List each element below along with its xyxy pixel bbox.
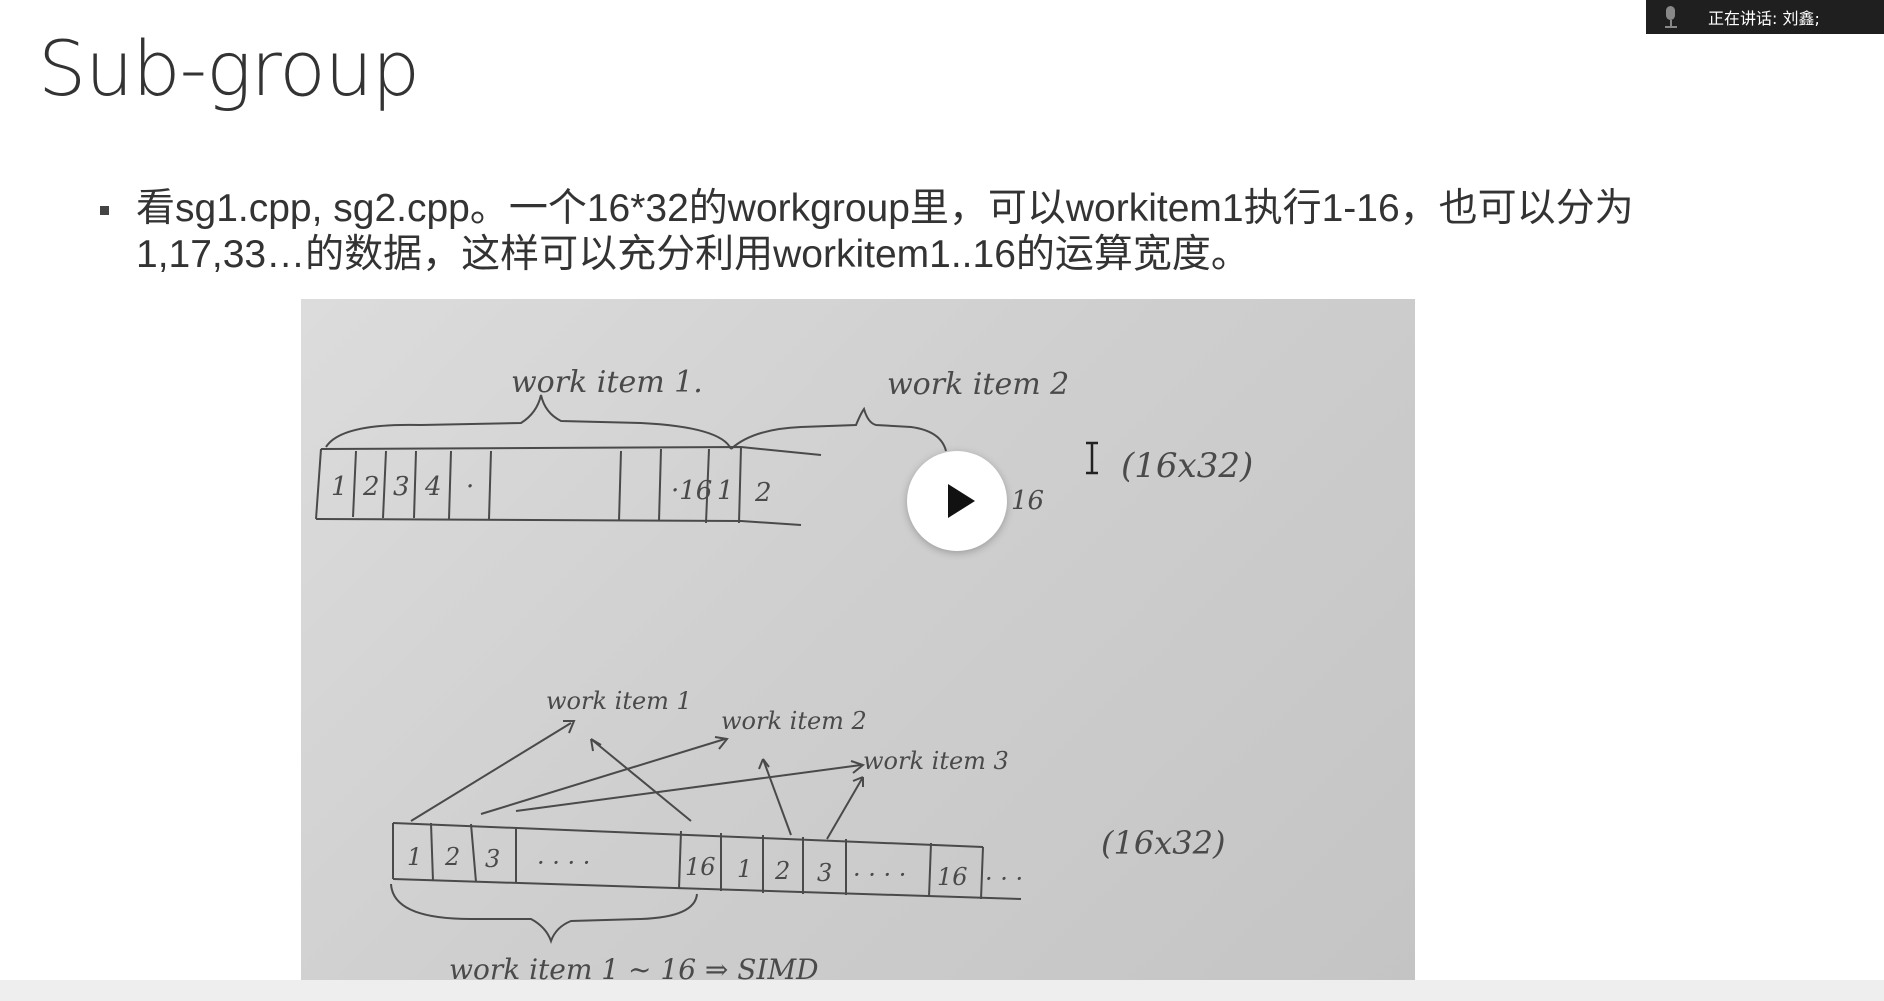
top-cell-end: 16 xyxy=(1011,486,1044,516)
label-work-item-1: work item 1. xyxy=(511,365,703,400)
top-cell: 1 xyxy=(331,472,348,502)
text-cursor-icon xyxy=(1086,441,1098,475)
bottom-cell: 3 xyxy=(485,845,500,873)
label-bottom-work-item-2: work item 2 xyxy=(721,707,867,735)
bottom-cell: · · · xyxy=(985,865,1023,893)
bottom-cell: 16 xyxy=(685,853,716,881)
play-button[interactable] xyxy=(907,451,1007,551)
speaking-indicator: 正在讲话: 刘鑫; xyxy=(1646,0,1884,34)
top-cell: 1 xyxy=(717,476,734,506)
top-cell: ·16 xyxy=(671,476,712,506)
slide-title: Sub-group xyxy=(38,24,420,113)
speaking-label: 正在讲话: 刘鑫; xyxy=(1708,9,1820,28)
top-cell: 2 xyxy=(362,472,380,502)
slide: Sub-group 看sg1.cpp, sg2.cpp。一个16*32的work… xyxy=(0,0,1884,1001)
whiteboard-photo[interactable]: work item 1. work item 2 (16x32) 1 2 3 4… xyxy=(301,299,1415,1001)
sketch-drawing: work item 1. work item 2 (16x32) 1 2 3 4… xyxy=(315,365,1253,986)
bullet-marker xyxy=(100,206,109,215)
bottom-cell: · · · · xyxy=(537,849,590,877)
bottom-cell: 2 xyxy=(444,843,460,871)
top-cell: 2 xyxy=(754,478,772,508)
bottom-cell: 3 xyxy=(817,859,832,887)
play-icon xyxy=(948,484,975,518)
bottom-cell: 2 xyxy=(774,857,790,885)
label-work-item-2: work item 2 xyxy=(887,367,1069,402)
bottom-cell: 1 xyxy=(737,855,752,883)
bottom-cell: 16 xyxy=(937,863,968,891)
bullet-text: 看sg1.cpp, sg2.cpp。一个16*32的workgroup里，可以w… xyxy=(136,187,1634,276)
bottom-cell: 1 xyxy=(407,843,422,871)
bottom-dimension-label: (16x32) xyxy=(1101,824,1225,862)
bottom-cell: · · · · xyxy=(853,861,906,889)
top-dimension-label: (16x32) xyxy=(1121,446,1253,486)
microphone-icon xyxy=(1660,0,1682,34)
label-bottom-work-item-1: work item 1 xyxy=(546,687,692,715)
top-cell: · xyxy=(466,472,474,502)
label-bottom-work-item-3: work item 3 xyxy=(863,747,1009,775)
top-cell: 4 xyxy=(424,472,442,502)
bullet-item: 看sg1.cpp, sg2.cpp。一个16*32的workgroup里，可以w… xyxy=(100,186,1800,278)
bottom-bar xyxy=(0,980,1884,1001)
top-cell: 3 xyxy=(393,472,410,502)
